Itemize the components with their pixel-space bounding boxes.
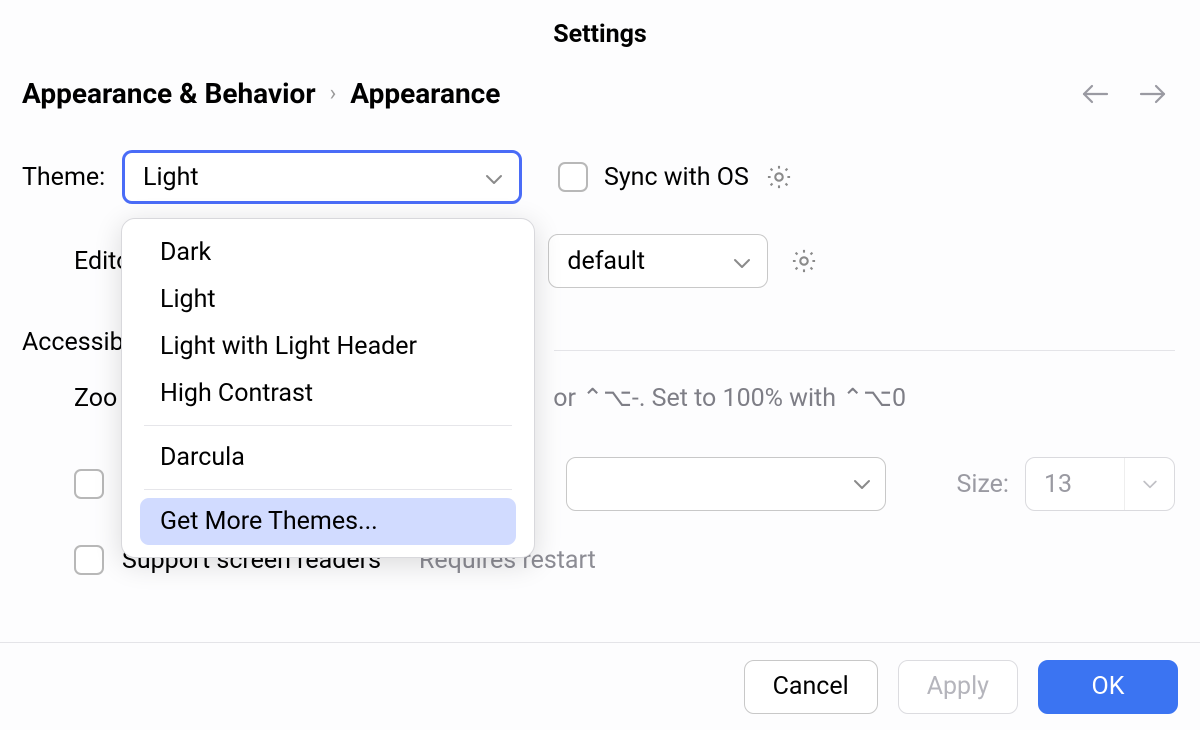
ok-button[interactable]: OK [1038,660,1178,714]
back-icon[interactable] [1081,84,1109,104]
chevron-right-icon: › [330,81,337,106]
gear-icon[interactable] [765,163,793,191]
theme-label: Theme: [22,163,122,192]
theme-select-value: Light [143,163,199,192]
theme-option-light-header[interactable]: Light with Light Header [122,323,534,370]
dialog-footer: Cancel Apply OK [0,642,1200,730]
font-select[interactable] [566,457,886,511]
font-size-select[interactable]: 13 [1025,457,1175,511]
apply-button[interactable]: Apply [898,660,1018,714]
theme-option-light[interactable]: Light [122,276,534,323]
breadcrumb-current: Appearance [350,77,500,110]
font-size-label: Size: [957,470,1009,499]
theme-option-dark[interactable]: Dark [122,229,534,276]
dropdown-separator [144,489,512,490]
chevron-down-icon [1124,458,1174,510]
breadcrumb: Appearance & Behavior › Appearance [22,77,500,110]
sync-with-os-checkbox[interactable] [558,162,588,192]
use-custom-font-checkbox[interactable] [74,469,104,499]
chevron-down-icon [485,163,503,192]
theme-select[interactable]: Light [122,150,522,204]
support-screen-readers-checkbox[interactable] [74,545,104,575]
breadcrumb-parent[interactable]: Appearance & Behavior [22,77,316,110]
theme-option-darcula[interactable]: Darcula [122,434,534,481]
theme-option-high-contrast[interactable]: High Contrast [122,370,534,417]
chevron-down-icon [733,247,751,276]
forward-icon[interactable] [1139,84,1167,104]
sync-with-os-label: Sync with OS [604,163,749,192]
font-size-value: 13 [1026,470,1124,499]
editor-scheme-select[interactable]: default [548,234,768,288]
zoom-hint: or ⌃⌥-. Set to 100% with ⌃⌥0 [553,383,906,413]
dropdown-separator [144,425,512,426]
theme-get-more[interactable]: Get More Themes... [140,498,516,545]
accessibility-heading: Accessib [22,328,124,357]
zoom-label: Zoo [74,384,117,413]
gear-icon[interactable] [790,247,818,275]
theme-dropdown: Dark Light Light with Light Header High … [121,218,535,558]
cancel-button[interactable]: Cancel [744,660,878,714]
chevron-down-icon [853,475,871,494]
editor-scheme-value: default [567,247,645,276]
window-title: Settings [0,0,1200,59]
